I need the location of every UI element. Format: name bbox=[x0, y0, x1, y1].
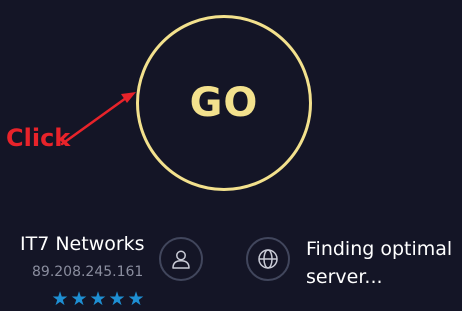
server-status-line-2: server... bbox=[306, 266, 383, 288]
go-button-label: GO bbox=[189, 80, 259, 126]
go-button[interactable]: GO bbox=[136, 15, 312, 191]
user-icon bbox=[172, 250, 190, 269]
change-provider-button[interactable] bbox=[159, 237, 203, 281]
arrow-icon bbox=[60, 92, 136, 146]
server-status-line-1: Finding optimal bbox=[306, 238, 453, 260]
star-icon: ★ bbox=[70, 288, 88, 310]
star-icon: ★ bbox=[127, 288, 145, 310]
provider-info: IT7 Networks 89.208.245.161 ★ ★ ★ ★ ★ bbox=[20, 233, 150, 309]
server-status: Finding optimal server... bbox=[306, 235, 462, 291]
provider-rating: ★ ★ ★ ★ ★ bbox=[51, 290, 145, 309]
star-icon: ★ bbox=[89, 288, 107, 310]
provider-name: IT7 Networks bbox=[20, 233, 145, 255]
provider-ip: 89.208.245.161 bbox=[32, 264, 144, 280]
star-icon: ★ bbox=[108, 288, 126, 310]
star-icon: ★ bbox=[51, 288, 69, 310]
globe-icon bbox=[258, 249, 278, 269]
change-server-button[interactable] bbox=[246, 237, 290, 281]
